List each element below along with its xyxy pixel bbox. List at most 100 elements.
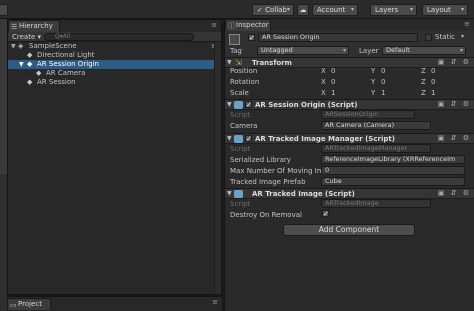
folder-icon: ▭ <box>10 301 17 309</box>
hierarchy-search-input[interactable]: Q▾All <box>44 33 194 41</box>
rotation-x-field[interactable]: 0 <box>331 78 335 86</box>
create-dropdown[interactable]: Create ▾ <box>12 32 41 42</box>
ar-tracked-image-title: AR Tracked Image (Script) <box>252 190 355 198</box>
script-field: ARTrackedImageManager <box>321 144 431 153</box>
z-axis-label: Z <box>421 67 426 75</box>
fold-arrow-icon[interactable]: ▼ <box>227 101 232 108</box>
hierarchy-item-directional-light[interactable]: ◆ Directional Light <box>8 51 221 60</box>
inspector-panel: ⓘ Inspector ≡ ✓ AR Session Origin Static… <box>224 19 474 311</box>
add-component-button[interactable]: Add Component <box>283 224 415 236</box>
scale-x-field[interactable]: 1 <box>331 89 335 97</box>
fold-arrow-icon[interactable]: ▼ <box>227 59 232 66</box>
search-placeholder: Q▾All <box>55 33 71 40</box>
panel-menu-icon[interactable]: ≡ <box>464 20 470 28</box>
z-axis-label: Z <box>421 78 426 86</box>
layers-dropdown[interactable]: Layers ▾ <box>370 4 417 16</box>
layout-dropdown[interactable]: Layout ▾ <box>422 4 468 16</box>
chevron-down-icon: ▾ <box>350 6 354 13</box>
transform-header[interactable]: ▼ ⇲ Transform ▣ ⇵ ⚙ <box>225 57 474 68</box>
layer-dropdown[interactable]: Default ▾ <box>382 46 466 55</box>
layers-label: Layers <box>375 6 399 14</box>
tracked-image-prefab-field[interactable]: Cube <box>321 177 465 186</box>
x-axis-label: X <box>321 67 326 75</box>
hierarchy-item-ar-camera[interactable]: ◆ AR Camera <box>8 69 221 78</box>
hierarchy-item-ar-session-origin[interactable]: ▼ ◆ AR Session Origin <box>8 60 221 69</box>
collab-check-icon: ✓ <box>257 6 266 14</box>
serialized-library-value: ReferenceImageLibrary (XRReferenceIm <box>325 155 456 163</box>
hierarchy-toolbar: Create ▾ Q▾All <box>8 32 221 42</box>
chevron-down-icon: ▾ <box>459 47 463 54</box>
ar-session-origin-header[interactable]: ▼ ✓ AR Session Origin (Script) ▣ ⇵ ⚙ <box>225 99 474 110</box>
fold-arrow-icon[interactable]: ▼ <box>227 190 232 197</box>
component-enabled-checkbox[interactable]: ✓ <box>245 101 252 109</box>
script-value: ARSessionOrigin <box>325 110 379 118</box>
script-value: ARTrackedImage <box>325 199 379 207</box>
layer-value: Default <box>386 46 410 54</box>
scale-label: Scale <box>230 89 249 97</box>
gameobject-cube-icon <box>229 34 240 45</box>
tag-dropdown[interactable]: Untagged ▾ <box>257 46 349 55</box>
tab-inspector-label: Inspector <box>236 21 269 29</box>
y-axis-label: Y <box>371 67 376 75</box>
ar-session-origin-title: AR Session Origin (Script) <box>255 101 358 109</box>
ar-tracked-image-header[interactable]: ▼ AR Tracked Image (Script) ▣ ⇵ ⚙ <box>225 188 474 199</box>
chevron-down-icon: ▾ <box>342 47 346 54</box>
panel-menu-icon[interactable]: ≡ <box>211 21 217 29</box>
script-label: Script <box>230 111 251 119</box>
component-icons[interactable]: ▣ ⇵ ⚙ <box>438 100 471 108</box>
layer-label: Layer <box>359 47 379 55</box>
gameobject-name-input[interactable]: AR Session Origin <box>258 33 418 42</box>
step-button[interactable] <box>0 4 8 16</box>
component-icons[interactable]: ▣ ⇵ ⚙ <box>438 134 471 142</box>
scale-y-field[interactable]: 1 <box>381 89 385 97</box>
camera-object-field[interactable]: AR Camera (Camera) <box>321 121 431 130</box>
script-icon <box>234 190 243 198</box>
create-label: Create <box>12 33 36 41</box>
rotation-label: Rotation <box>230 78 260 86</box>
script-icon <box>234 101 243 109</box>
rotation-z-field[interactable]: 0 <box>431 78 435 86</box>
tab-hierarchy-label: Hierarchy <box>19 22 53 30</box>
rotation-y-field[interactable]: 0 <box>381 78 385 86</box>
scale-z-field[interactable]: 1 <box>431 89 435 97</box>
serialized-library-field[interactable]: ReferenceImageLibrary (XRReferenceIm <box>321 155 465 164</box>
tab-hierarchy[interactable]: ☰ Hierarchy <box>8 20 60 32</box>
tab-project-label: Project <box>18 300 42 308</box>
scene-row[interactable]: ▼ ◈ SampleScene ≡ <box>8 42 221 51</box>
account-dropdown[interactable]: Account ▾ <box>312 4 358 16</box>
position-z-field[interactable]: 0 <box>431 67 435 75</box>
x-axis-label: X <box>321 89 326 97</box>
project-panel: ▭ Project ≡ <box>7 296 222 311</box>
chevron-down-icon[interactable]: ▾ <box>461 33 464 40</box>
cloud-icon: ☁ <box>299 6 307 14</box>
chevron-down-icon: ▾ <box>409 6 413 13</box>
component-icons[interactable]: ▣ ⇵ ⚙ <box>438 189 471 197</box>
y-axis-label: Y <box>371 89 376 97</box>
component-enabled-checkbox[interactable]: ✓ <box>245 135 252 143</box>
hierarchy-scrollbar[interactable] <box>214 42 221 294</box>
tag-label: Tag <box>230 47 242 55</box>
fold-arrow-icon[interactable]: ▼ <box>19 60 24 69</box>
script-field: ARTrackedImage <box>321 199 431 208</box>
layout-label: Layout <box>427 6 451 14</box>
position-x-field[interactable]: 0 <box>331 67 335 75</box>
tab-inspector[interactable]: ⓘ Inspector <box>225 19 271 31</box>
ar-tracked-image-manager-header[interactable]: ▼ ✓ AR Tracked Image Manager (Script) ▣ … <box>225 133 474 144</box>
static-checkbox[interactable] <box>425 34 432 41</box>
hierarchy-panel: ☰ Hierarchy ≡ Create ▾ Q▾All ▼ ◈ SampleS… <box>7 19 222 295</box>
destroy-on-removal-checkbox[interactable]: ✓ <box>322 210 329 218</box>
hierarchy-item-ar-session[interactable]: ◆ AR Session <box>8 78 221 87</box>
camera-value: AR Camera (Camera) <box>325 121 395 129</box>
cloud-button[interactable]: ☁ <box>297 4 309 16</box>
gameobject-active-checkbox[interactable]: ✓ <box>248 34 255 42</box>
panel-menu-icon[interactable]: ≡ <box>212 298 218 306</box>
collab-button[interactable]: ✓ Collab ▾ <box>252 4 294 16</box>
fold-arrow-icon[interactable]: ▼ <box>11 42 16 51</box>
fold-arrow-icon[interactable]: ▼ <box>227 135 232 142</box>
tab-project[interactable]: ▭ Project <box>7 298 51 310</box>
max-moving-images-input[interactable]: 0 <box>321 166 465 175</box>
hierarchy-item-label: AR Camera <box>46 69 86 77</box>
position-y-field[interactable]: 0 <box>381 67 385 75</box>
component-icons[interactable]: ▣ ⇵ ⚙ <box>438 58 471 66</box>
position-label: Position <box>230 67 258 75</box>
